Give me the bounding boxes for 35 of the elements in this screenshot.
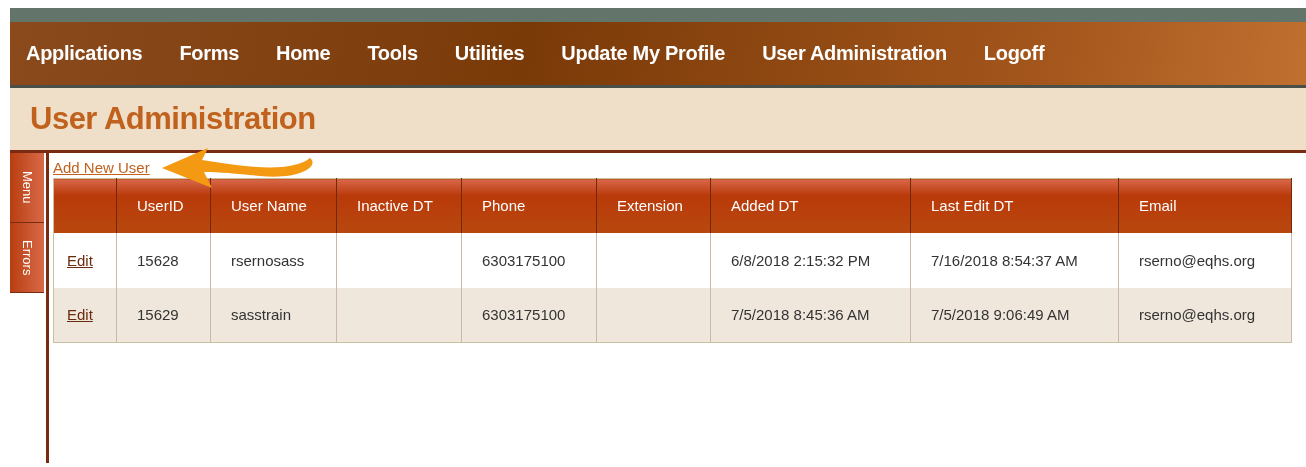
- header-cell: Inactive DT: [336, 178, 462, 233]
- nav-item[interactable]: Applications: [26, 42, 143, 65]
- table-cell: rserno@eqhs.org: [1118, 287, 1292, 343]
- table-cell: 7/5/2018 9:06:49 AM: [910, 287, 1119, 343]
- table-cell: 15628: [116, 232, 211, 288]
- nav-item[interactable]: User Administration: [762, 42, 947, 65]
- header-cell: User Name: [210, 178, 337, 233]
- table-cell: 6303175100: [461, 232, 597, 288]
- side-tab[interactable]: Menu: [10, 153, 44, 223]
- header-cell: Extension: [596, 178, 711, 233]
- side-tab[interactable]: Errors: [10, 223, 44, 293]
- header-cell: Phone: [461, 178, 597, 233]
- header-cell: [53, 178, 117, 233]
- table-cell: 7/16/2018 8:54:37 AM: [910, 232, 1119, 288]
- table-cell: rserno@eqhs.org: [1118, 232, 1292, 288]
- nav-item[interactable]: Forms: [179, 42, 240, 65]
- table-cell: sasstrain: [210, 287, 337, 343]
- nav-item[interactable]: Home: [276, 42, 331, 65]
- header-cell: Last Edit DT: [910, 178, 1119, 233]
- table-cell: 15629: [116, 287, 211, 343]
- table-cell: rsernosass: [210, 232, 337, 288]
- add-user-link[interactable]: Add New User: [53, 159, 150, 176]
- edit-link[interactable]: Edit: [67, 251, 93, 269]
- table-cell: 7/5/2018 8:45:36 AM: [710, 287, 911, 343]
- table-cell: 6303175100: [461, 287, 597, 343]
- nav-item[interactable]: Tools: [367, 42, 418, 65]
- nav-item[interactable]: Utilities: [454, 42, 525, 65]
- header-cell: Email: [1118, 178, 1292, 233]
- table-cell: 6/8/2018 2:15:32 PM: [710, 232, 911, 288]
- nav-item[interactable]: Logoff: [983, 42, 1045, 65]
- header-cell: Added DT: [710, 178, 911, 233]
- edit-link[interactable]: Edit: [67, 306, 93, 324]
- header-cell: UserID: [116, 178, 211, 233]
- nav-item[interactable]: Update My Profile: [561, 42, 726, 65]
- page-title: User Administration: [30, 101, 316, 137]
